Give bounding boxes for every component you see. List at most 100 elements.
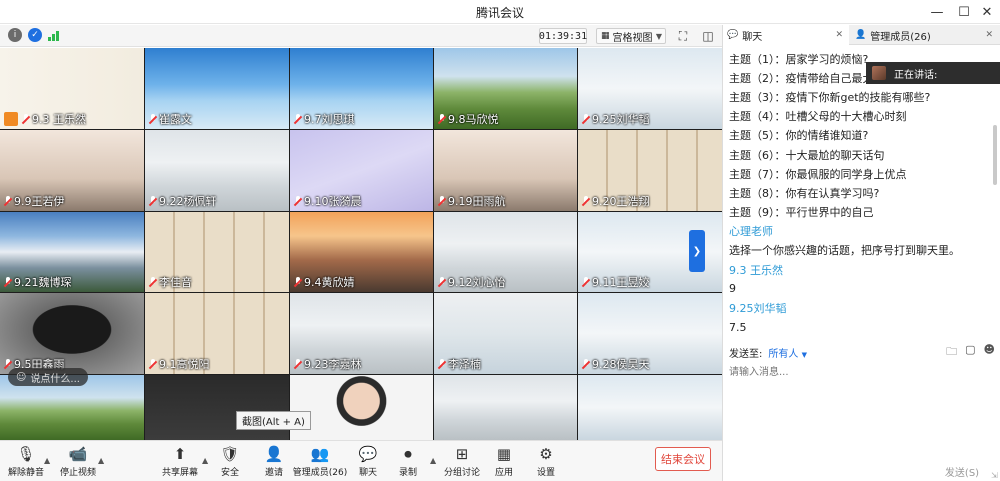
chat-scrollbar[interactable] [993, 125, 997, 185]
screenshot-icon[interactable]: ▢ [965, 343, 975, 362]
video-tile[interactable]: 9.23李嘉林 [290, 293, 433, 374]
mic-muted-icon [438, 113, 446, 125]
participant-name-label: 9.11王昱姣 [592, 276, 650, 289]
chat-tabs: 💬 聊天 ✕ 👤 管理成员(26) ✕ [723, 25, 1000, 45]
chat-message: 主题（3）：疫情下你新get的技能有哪些? [729, 90, 931, 104]
mic-muted-icon [4, 276, 12, 288]
video-tile[interactable]: 9.20王浩翔 [578, 130, 722, 211]
video-tile[interactable]: 崔露文 [145, 48, 289, 129]
send-button[interactable]: 发送(S) [937, 463, 987, 479]
chevron-up-icon[interactable]: ▲ [98, 456, 104, 465]
mic-muted-icon [582, 113, 590, 125]
tab-members[interactable]: 👤 管理成员(26) ✕ [851, 25, 999, 45]
toolbar-button[interactable]: ⏺ 录制 [382, 445, 434, 478]
video-tile[interactable] [434, 375, 577, 440]
participant-name-label: 9.25刘华韬 [592, 113, 650, 126]
toolbar-button[interactable]: ⚙ 设置 [520, 445, 572, 478]
video-tile[interactable]: 9.22杨佩轩 [145, 130, 289, 211]
chat-message: 主题（6）：十大最尬的聊天话句 [729, 148, 885, 162]
tab-chat[interactable]: 💬 聊天 ✕ [723, 25, 849, 45]
chat-input[interactable] [729, 363, 995, 453]
video-tile[interactable]: 李佳音 [145, 212, 289, 292]
participant-name: 9.11王昱姣 [582, 274, 650, 290]
mic-muted-icon [582, 195, 590, 207]
video-tile[interactable]: 9.25刘华韬 [578, 48, 722, 129]
resize-grip-icon[interactable]: ⇲ [991, 471, 998, 480]
participant-name: 李佳音 [149, 274, 192, 290]
settings-icon: ⚙ [539, 445, 553, 463]
toolbar-button[interactable]: 📹 停止视频 [52, 445, 104, 478]
share-screen-icon: ⬆ [173, 445, 187, 463]
meeting-info-bar: i ✓ 01:39:31 ▦ 宫格视图 ▼ ⛶ ◫ [0, 25, 722, 47]
participant-name: 9.4黄欣婧 [294, 274, 355, 290]
participant-name-label: 9.4黄欣婧 [304, 276, 355, 289]
close-members-icon[interactable]: ✕ [985, 30, 993, 40]
meeting-timer: 01:39:31 [539, 28, 587, 44]
close-icon[interactable]: ✕ [976, 2, 998, 22]
maximize-icon[interactable]: ☐ [953, 2, 975, 22]
video-tile[interactable]: 9.21魏博琛 [0, 212, 144, 292]
mic-muted-icon [582, 358, 590, 370]
video-tile[interactable]: 9.28侯昊天 [578, 293, 722, 374]
video-tile[interactable]: 9.9王若伊 [0, 130, 144, 211]
toolbar-button-label: 安全 [220, 468, 239, 478]
end-meeting-button[interactable]: 结束会议 [655, 447, 711, 471]
security-shield-icon[interactable]: ✓ [28, 28, 42, 42]
toolbar-button-label: 邀请 [264, 468, 283, 478]
video-tile[interactable]: 9.19田雨航 [434, 130, 577, 211]
chat-message: 主题（8）：你有在认真学习吗? [729, 186, 880, 200]
video-tile[interactable]: 9.10张漪晨 [290, 130, 433, 211]
video-tile[interactable] [290, 375, 433, 440]
chat-tab-icon: 💬 [727, 30, 739, 40]
chat-message: 7.5 [729, 320, 747, 334]
participant-name-label: 9.20王浩翔 [592, 195, 650, 208]
video-tile[interactable]: 9.4黄欣婧 [290, 212, 433, 292]
send-to-select[interactable]: 所有人 ▼ [768, 345, 807, 360]
folder-icon[interactable]: 🗀 [946, 343, 957, 362]
video-tile[interactable]: 9.12刘心怡 [434, 212, 577, 292]
video-tile[interactable]: 9.5田鑫雨 [0, 293, 144, 374]
participant-name-label: 9.10张漪晨 [304, 195, 362, 208]
participant-name-label: 9.12刘心怡 [448, 276, 506, 289]
toolbar-button[interactable]: 👥 管理成员(26) [292, 445, 348, 478]
video-tile[interactable]: 9.1高悦阳 [145, 293, 289, 374]
chat-icon: 💬 [358, 445, 378, 463]
say-something-bubble[interactable]: ☺ 说点什么... [8, 368, 88, 386]
send-to-value: 所有人 [768, 348, 799, 360]
speaking-indicator: 正在讲话: [866, 62, 1000, 84]
mic-muted-icon [294, 195, 302, 207]
sidebar-toggle-icon[interactable]: ◫ [700, 28, 716, 44]
close-chat-icon[interactable]: ✕ [835, 30, 843, 40]
participant-name-label: 9.22杨佩轩 [159, 195, 217, 208]
minimize-icon[interactable]: — [926, 2, 948, 22]
mic-muted-icon: 🎙 [16, 445, 36, 463]
toolbar-button-label: 管理成员(26) [292, 468, 348, 478]
mic-muted-icon [438, 276, 446, 288]
chat-sender: 9.3 王乐然 [729, 263, 783, 277]
video-tile[interactable]: 李泽楠 [434, 293, 577, 374]
toolbar-button-label: 录制 [398, 468, 417, 478]
toolbar-button[interactable]: ⬆ 共享屏幕 [154, 445, 206, 478]
mic-muted-icon [438, 195, 446, 207]
chevron-down-icon: ▼ [655, 31, 662, 41]
next-page-arrow-icon[interactable]: ❯ [689, 230, 705, 272]
participant-name: 9.20王浩翔 [582, 193, 650, 209]
participant-name: 9.3 王乐然 [4, 111, 86, 127]
video-tile[interactable] [145, 375, 289, 440]
info-icon[interactable]: i [8, 28, 22, 42]
chevron-up-icon[interactable]: ▲ [44, 456, 50, 465]
chat-message: 主题（7）：你最佩服的同学身上优点 [729, 167, 907, 181]
video-tile[interactable]: 9.3 王乐然 [0, 48, 144, 129]
video-tile[interactable]: 9.7刘思琪 [290, 48, 433, 129]
fullscreen-icon[interactable]: ⛶ [675, 28, 691, 44]
user-settings-icon[interactable]: ☻ [984, 343, 995, 362]
chevron-up-icon[interactable]: ▲ [202, 456, 208, 465]
mic-muted-icon [22, 113, 30, 125]
chevron-up-icon[interactable]: ▲ [430, 456, 436, 465]
view-mode-select[interactable]: ▦ 宫格视图 ▼ [596, 28, 666, 44]
video-tile[interactable]: 9.8马欣悦 [434, 48, 577, 129]
video-tile[interactable] [578, 375, 722, 440]
toolbar-button-label: 分组讨论 [443, 468, 480, 478]
signal-icon[interactable] [48, 30, 62, 41]
chevron-down-icon: ▼ [801, 350, 807, 359]
